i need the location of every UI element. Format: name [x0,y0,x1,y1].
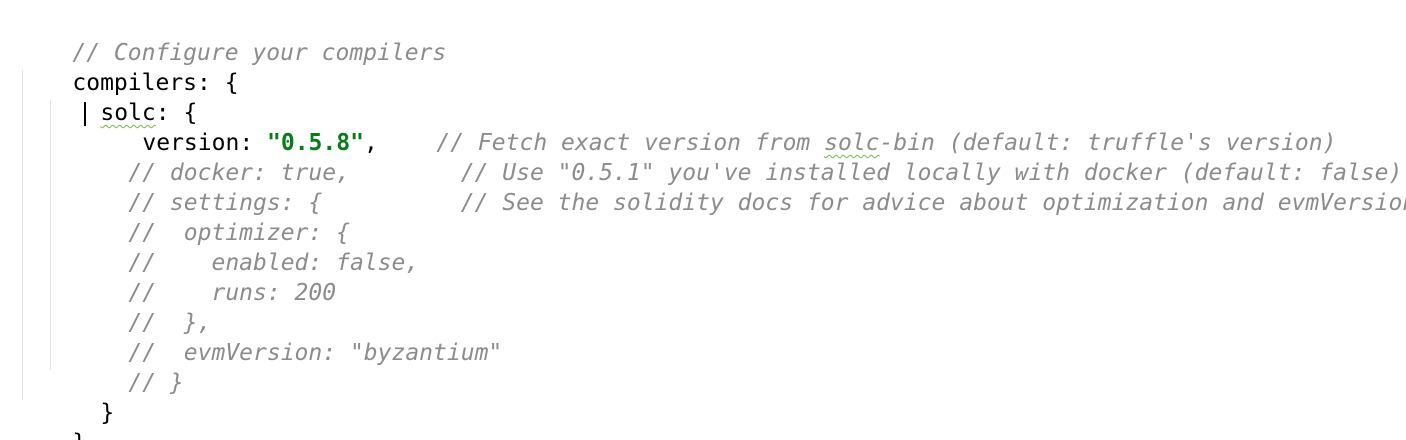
code-line[interactable]: version: "0.5.8", [87,98,377,156]
code-text: } [100,400,115,426]
code-line[interactable]: } [17,398,86,440]
code-line[interactable]: // settings: { // See the solidity docs … [73,158,1406,216]
code-line[interactable]: // docker: true, // Use "0.5.1" you've i… [73,128,1402,186]
code-line[interactable]: compilers: { [17,38,238,96]
code-line[interactable]: // } [73,338,183,396]
code-line[interactable]: // Configure your compilers [17,8,446,66]
text-caret [84,102,86,126]
inline-comment: // Fetch exact version from solc-bin (de… [381,98,1336,156]
code-line[interactable]: // }, [73,278,211,336]
comment-text: // evmVersion: "byzantium" [128,340,503,366]
code-line[interactable]: } [45,368,114,426]
code-line[interactable]: // runs: 200 [73,248,336,306]
code-text: } [72,430,86,440]
code-line[interactable]: // optimizer: { [73,188,350,246]
code-line[interactable]: // evmVersion: "byzantium" [73,308,502,366]
comment-text: // } [128,370,184,396]
code-line[interactable]: solc: { [45,68,197,126]
code-line[interactable]: // enabled: false, [73,218,419,276]
code-editor[interactable]: // Configure your compilers compilers: {… [0,0,1406,440]
